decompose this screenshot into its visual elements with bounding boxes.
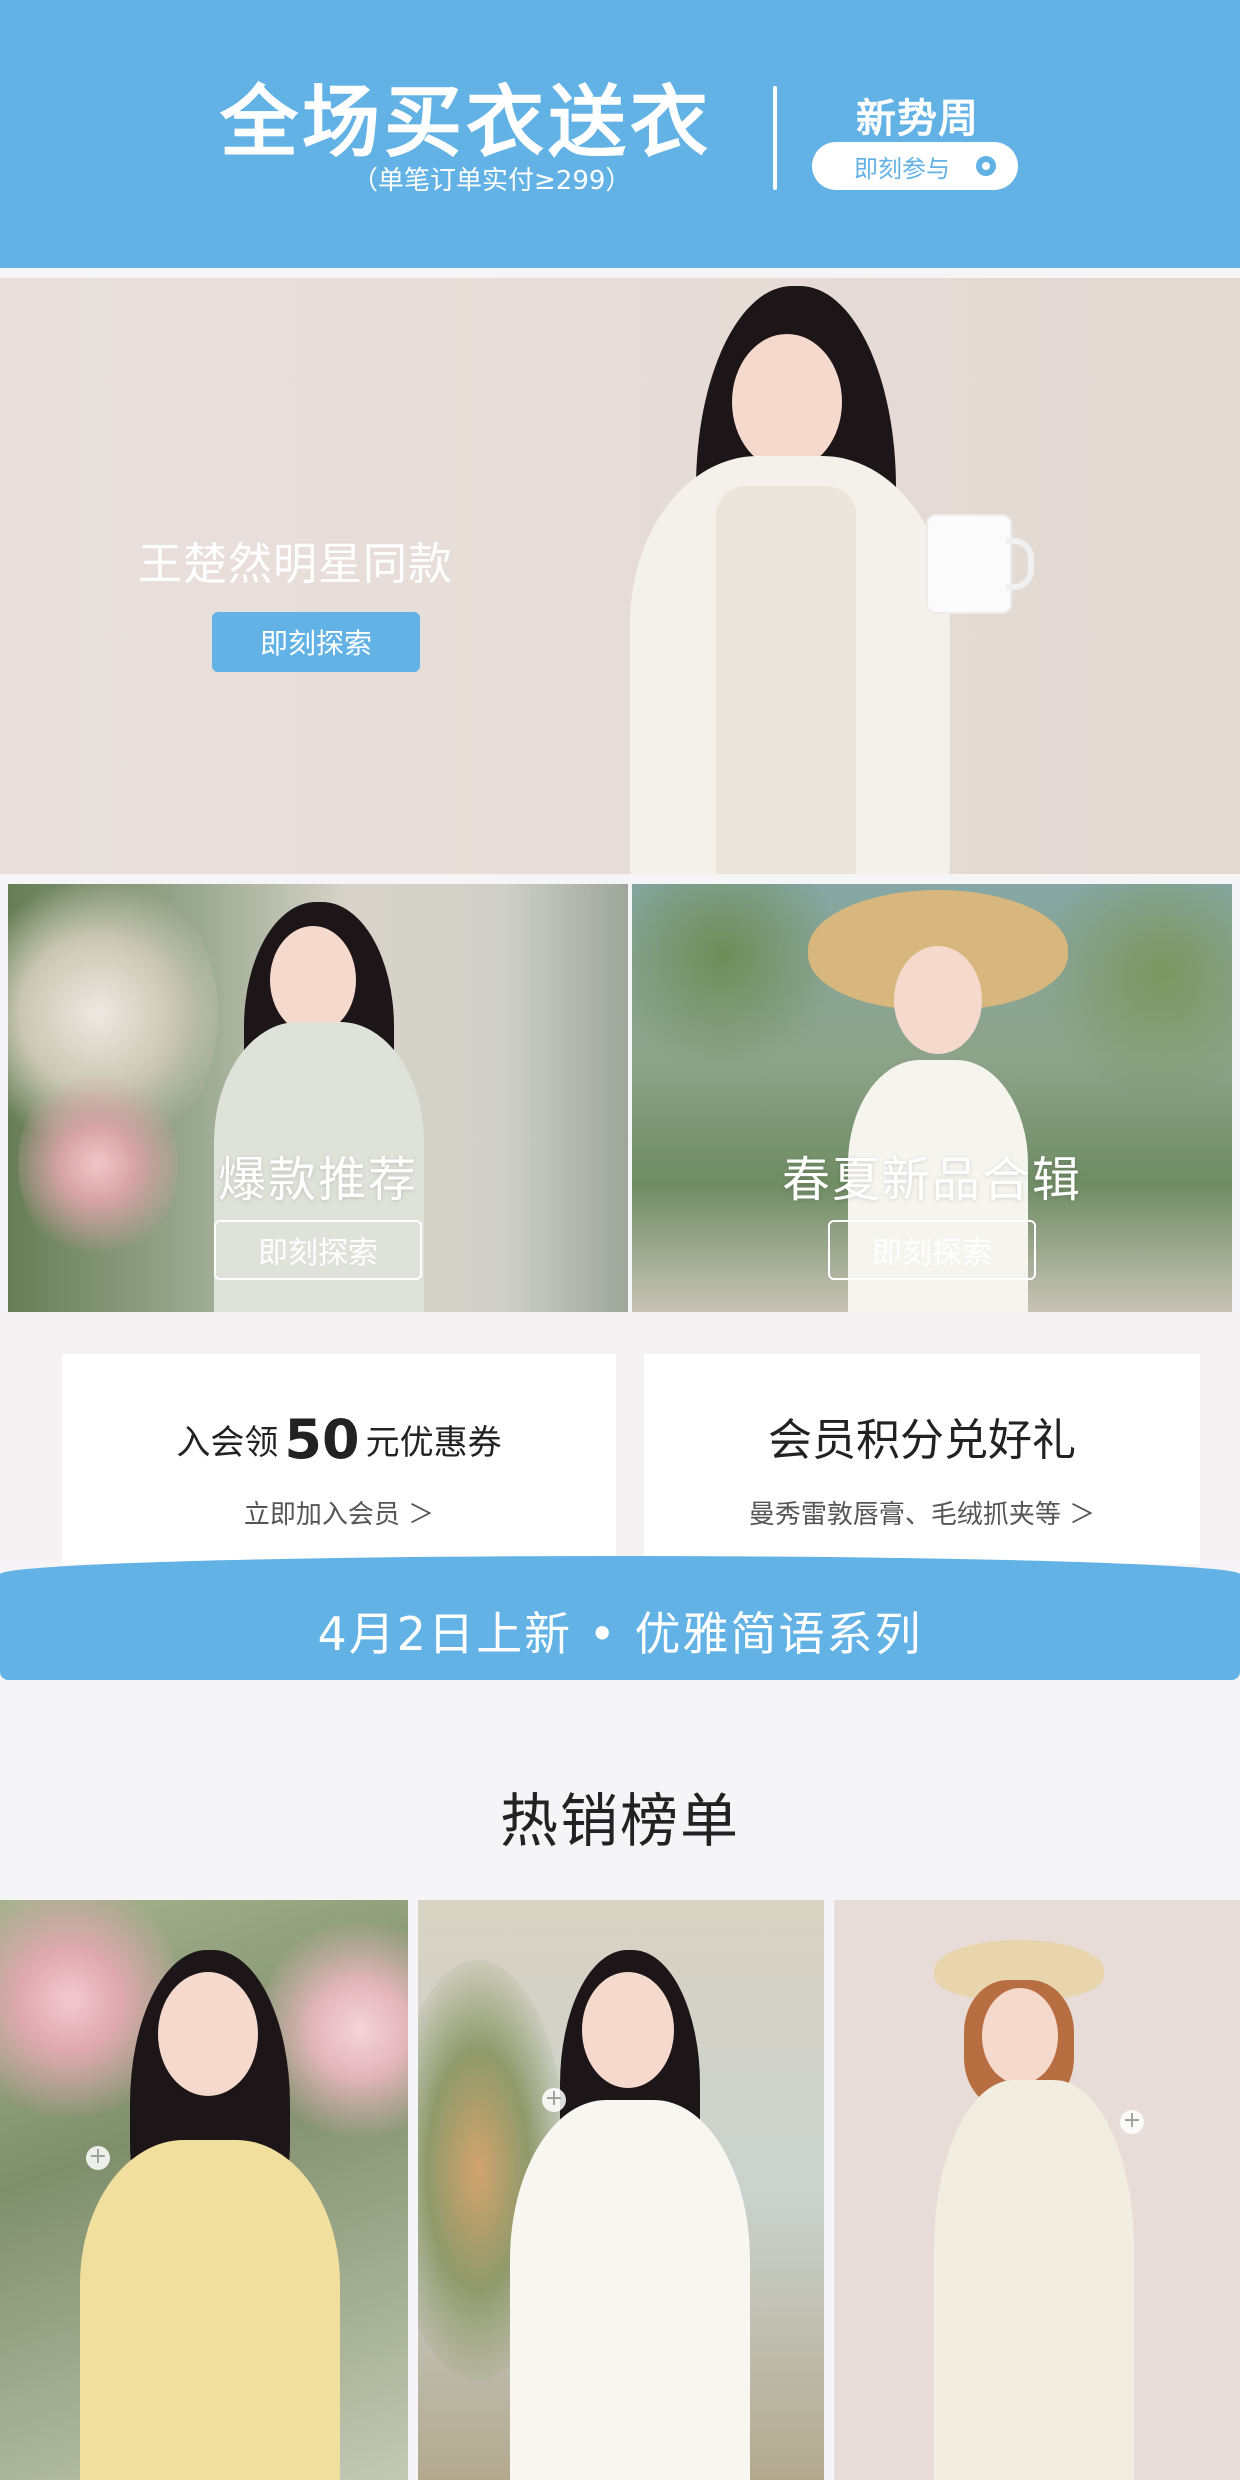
- promo-subline: （单笔订单实付≥299）: [352, 166, 632, 196]
- product-model-image: [70, 1950, 350, 2480]
- product-card[interactable]: +: [418, 1900, 824, 2480]
- add-to-cart-icon[interactable]: +: [1120, 2110, 1144, 2134]
- promo-headline: 全场买衣送衣: [220, 78, 713, 168]
- promo-banner[interactable]: 全场买衣送衣 （单笔订单实付≥299） 新势周 即刻参与: [0, 0, 1240, 268]
- product-card[interactable]: +: [0, 1900, 408, 2480]
- join-now-button[interactable]: 即刻参与: [812, 142, 1018, 190]
- points-card-title: 会员积分兑好礼: [768, 1415, 1076, 1466]
- tile-spring-summer[interactable]: 春夏新品合辑 即刻探索: [632, 884, 1232, 1312]
- points-exchange-card[interactable]: 会员积分兑好礼 曼秀雷敦唇膏、毛绒抓夹等 ＞: [644, 1354, 1200, 1564]
- promo-divider: [773, 86, 777, 190]
- coupon-amount: 50: [284, 1408, 360, 1471]
- tile-left-explore-button[interactable]: 即刻探索: [214, 1220, 422, 1280]
- tile-right-title: 春夏新品合辑: [781, 1152, 1082, 1208]
- join-now-label: 即刻参与: [854, 154, 950, 183]
- coupon-card-title: 入会领 50 元优惠券: [62, 1408, 616, 1471]
- hero-title: 王楚然明星同款: [138, 539, 453, 590]
- add-to-cart-icon[interactable]: +: [86, 2146, 110, 2170]
- tile-right-explore-button[interactable]: 即刻探索: [828, 1220, 1036, 1280]
- hero-banner[interactable]: 王楚然明星同款 即刻探索: [0, 278, 1240, 874]
- add-to-cart-icon[interactable]: +: [542, 2088, 566, 2112]
- join-member-link[interactable]: 立即加入会员 ＞: [62, 1494, 616, 1531]
- hot-list-title: 热销榜单: [499, 1787, 740, 1855]
- membership-section: 入会领 50 元优惠券 立即加入会员 ＞ 会员积分兑好礼 曼秀雷敦唇膏、毛绒抓夹等 …: [0, 1312, 1240, 1564]
- new-arrival-ribbon[interactable]: 4月2日上新 • 优雅简语系列: [0, 1556, 1240, 1680]
- join-member-coupon-card[interactable]: 入会领 50 元优惠券 立即加入会员 ＞: [62, 1354, 616, 1564]
- coupon-title-suffix: 元优惠券: [365, 1423, 502, 1463]
- product-model-image: [934, 1940, 1154, 2480]
- coupon-title-prefix: 入会领: [176, 1423, 279, 1463]
- ribbon-text: 4月2日上新 • 优雅简语系列: [317, 1607, 923, 1661]
- tile-left-title: 爆款推荐: [217, 1152, 418, 1208]
- page: 全场买衣送衣 （单笔订单实付≥299） 新势周 即刻参与 王楚然明星同款 即刻探…: [0, 0, 1240, 2480]
- points-exchange-link[interactable]: 曼秀雷敦唇膏、毛绒抓夹等 ＞: [644, 1494, 1200, 1531]
- arrow-circle-icon: [976, 156, 996, 176]
- product-model-image: [510, 1950, 750, 2480]
- product-card[interactable]: +: [834, 1900, 1240, 2480]
- tile-bestsellers[interactable]: 爆款推荐 即刻探索: [8, 884, 628, 1312]
- hero-explore-button[interactable]: 即刻探索: [212, 612, 420, 672]
- brand-logo: 新势周: [856, 96, 979, 142]
- mug-image: [926, 514, 1034, 614]
